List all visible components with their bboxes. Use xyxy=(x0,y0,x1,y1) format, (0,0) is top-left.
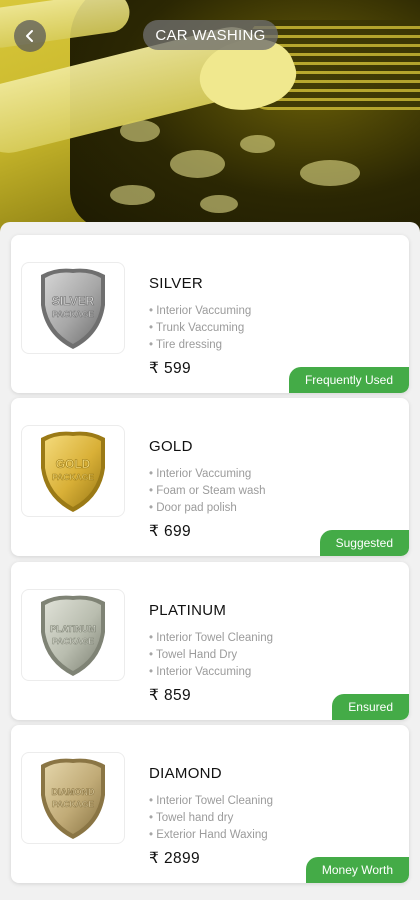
package-price: ₹ 2899 xyxy=(149,850,201,867)
feature-list: Interior Towel Cleaning Towel hand dry E… xyxy=(149,793,273,844)
package-list: SILVERPACKAGE SILVER Interior Vaccuming … xyxy=(0,222,420,900)
svg-text:GOLD: GOLD xyxy=(56,457,91,471)
svg-text:DIAMOND: DIAMOND xyxy=(52,787,95,797)
shield-badge-icon: GOLDPACKAGE xyxy=(41,431,105,512)
shield-badge-icon: SILVERPACKAGE xyxy=(41,268,105,349)
feature-item: Interior Towel Cleaning xyxy=(149,793,273,810)
feature-list: Interior Vaccuming Foam or Steam wash Do… xyxy=(149,466,266,517)
feature-item: Interior Vaccuming xyxy=(149,466,266,483)
package-card-silver[interactable]: SILVERPACKAGE SILVER Interior Vaccuming … xyxy=(11,235,409,393)
package-thumbnail: GOLD PACKAGE xyxy=(21,425,125,517)
svg-text:PLATINUM: PLATINUM xyxy=(50,624,96,634)
package-thumbnail: DIAMOND PACKAGE xyxy=(21,752,125,844)
package-card-diamond[interactable]: DIAMOND PACKAGE DIAMOND Interior Towel Cl… xyxy=(11,725,409,883)
package-card-platinum[interactable]: PLATINUM PACKAGE PLATINUM Interior Towel … xyxy=(11,562,409,720)
foam-bubble xyxy=(200,195,238,213)
shield-badge-icon: PLATINUM PACKAGE xyxy=(41,595,105,676)
feature-item: Interior Vaccuming xyxy=(149,664,273,681)
feature-list: Interior Towel Cleaning Towel Hand Dry I… xyxy=(149,630,273,681)
feature-item: Trunk Vaccuming xyxy=(149,320,251,337)
package-name: DIAMOND xyxy=(149,765,222,782)
back-arrow-icon xyxy=(26,30,33,42)
svg-text:PACKAGE: PACKAGE xyxy=(52,309,94,319)
package-price: ₹ 859 xyxy=(149,687,192,704)
feature-item: Foam or Steam wash xyxy=(149,483,265,500)
svg-text:PACKAGE: PACKAGE xyxy=(52,799,94,809)
foam-bubble xyxy=(170,150,225,178)
feature-list: Interior Vaccuming Trunk Vaccuming Tire … xyxy=(149,303,251,354)
status-badge: Frequently Used xyxy=(288,367,409,393)
feature-item: Towel hand dry xyxy=(149,810,273,827)
svg-text:PACKAGE: PACKAGE xyxy=(52,636,94,646)
svg-text:SILVER: SILVER xyxy=(52,294,95,308)
package-price: ₹ 599 xyxy=(149,360,192,377)
page-title: CAR WASHING xyxy=(143,20,278,50)
package-name: PLATINUM xyxy=(149,602,227,619)
feature-item: Interior Vaccuming xyxy=(149,303,251,320)
foam-bubble xyxy=(240,135,275,153)
status-badge: Money Worth xyxy=(305,857,409,883)
feature-item: Interior Towel Cleaning xyxy=(149,630,273,647)
back-button[interactable] xyxy=(14,20,46,52)
status-badge: Ensured xyxy=(332,694,409,720)
package-name: GOLD xyxy=(149,438,193,455)
status-badge: Suggested xyxy=(319,530,409,556)
shield-badge-icon: DIAMOND PACKAGE xyxy=(41,758,105,839)
feature-item: Door pad polish xyxy=(149,500,266,517)
package-price: ₹ 699 xyxy=(149,523,192,540)
package-card-gold[interactable]: GOLDPACKAGE GOLD Interior Vaccuming Foam… xyxy=(11,398,409,556)
feature-item: Exterior Hand Waxing xyxy=(149,827,273,844)
package-name: SILVER xyxy=(149,275,204,292)
foam-bubble xyxy=(110,185,155,205)
feature-item: Tire dressing xyxy=(149,337,251,354)
foam-bubble xyxy=(300,160,360,186)
svg-text:PACKAGE: PACKAGE xyxy=(52,472,94,482)
feature-item: Towel Hand Dry xyxy=(149,647,273,664)
package-thumbnail: SILVER PACKAGE xyxy=(21,262,125,354)
package-thumbnail: PLATINUM PACKAGE xyxy=(21,589,125,681)
